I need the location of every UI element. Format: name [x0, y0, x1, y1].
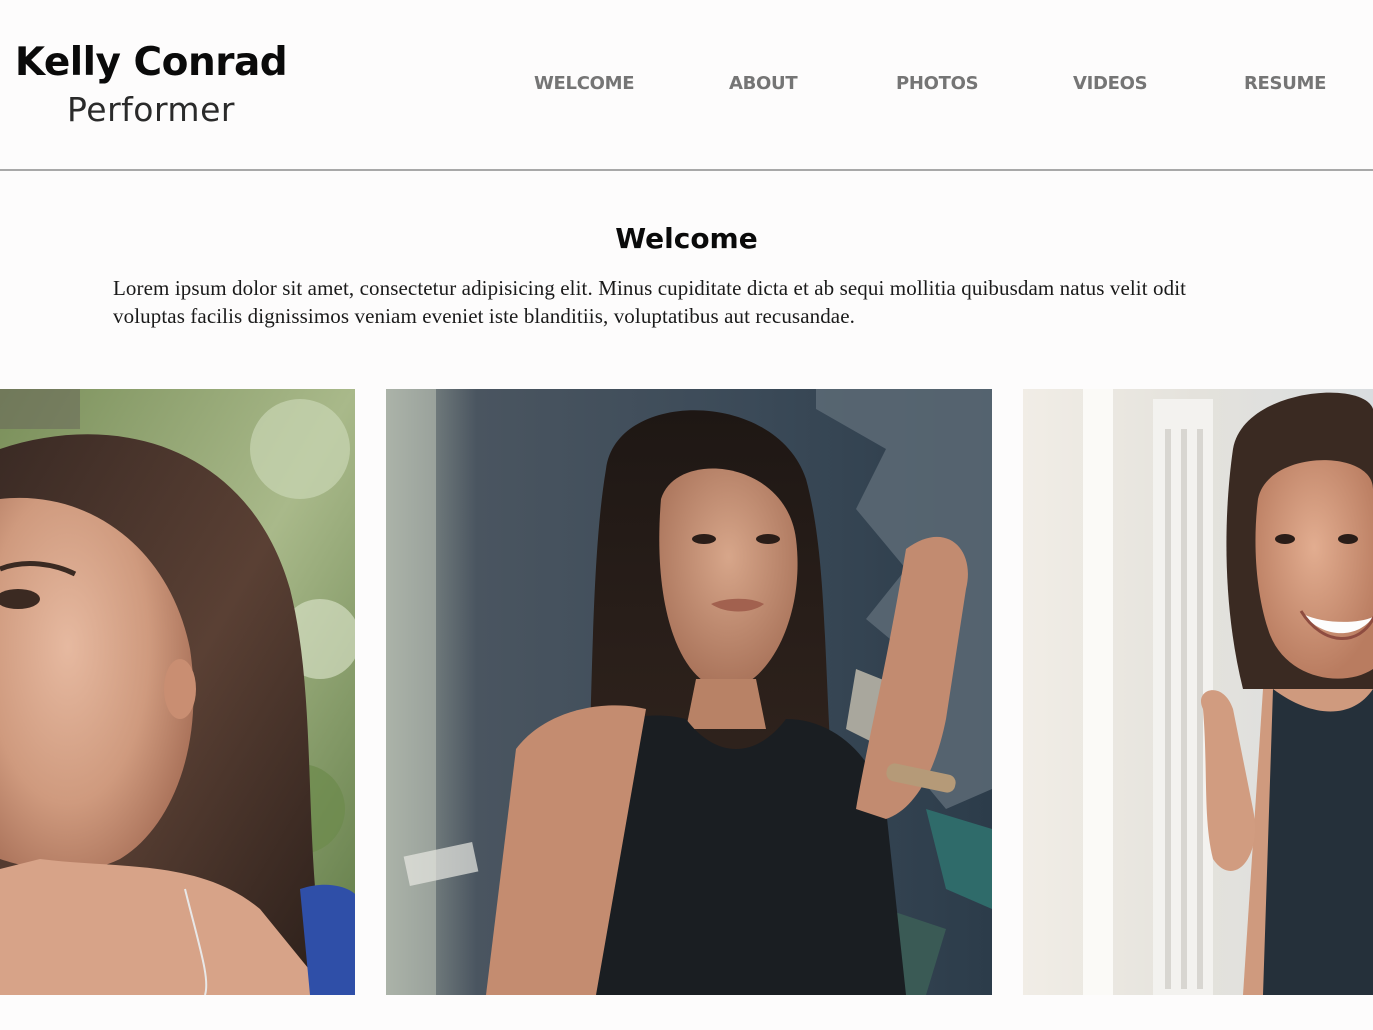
welcome-paragraph: Lorem ipsum dolor sit amet, consectetur …: [113, 276, 1187, 328]
nav-item-resume[interactable]: RESUME: [1244, 70, 1326, 98]
gallery-photo-1[interactable]: [0, 389, 355, 995]
gallery-photo-3[interactable]: [1023, 389, 1373, 995]
main-nav: WELCOME ABOUT PHOTOS VIDEOS RESUME: [0, 70, 1373, 100]
site-header: Kelly Conrad Performer WELCOME ABOUT PHO…: [0, 0, 1373, 169]
nav-item-about[interactable]: ABOUT: [729, 70, 798, 98]
nav-item-videos[interactable]: VIDEOS: [1073, 70, 1148, 98]
header-divider: [0, 169, 1373, 171]
gallery-photo-2[interactable]: [386, 389, 992, 995]
portrait-photo-profile: [0, 389, 355, 995]
portrait-photo-wall: [386, 389, 992, 995]
nav-item-welcome[interactable]: WELCOME: [534, 70, 635, 98]
portrait-photo-smiling: [1023, 389, 1373, 995]
section-title: Welcome: [615, 222, 758, 255]
nav-item-photos[interactable]: PHOTOS: [896, 70, 979, 98]
